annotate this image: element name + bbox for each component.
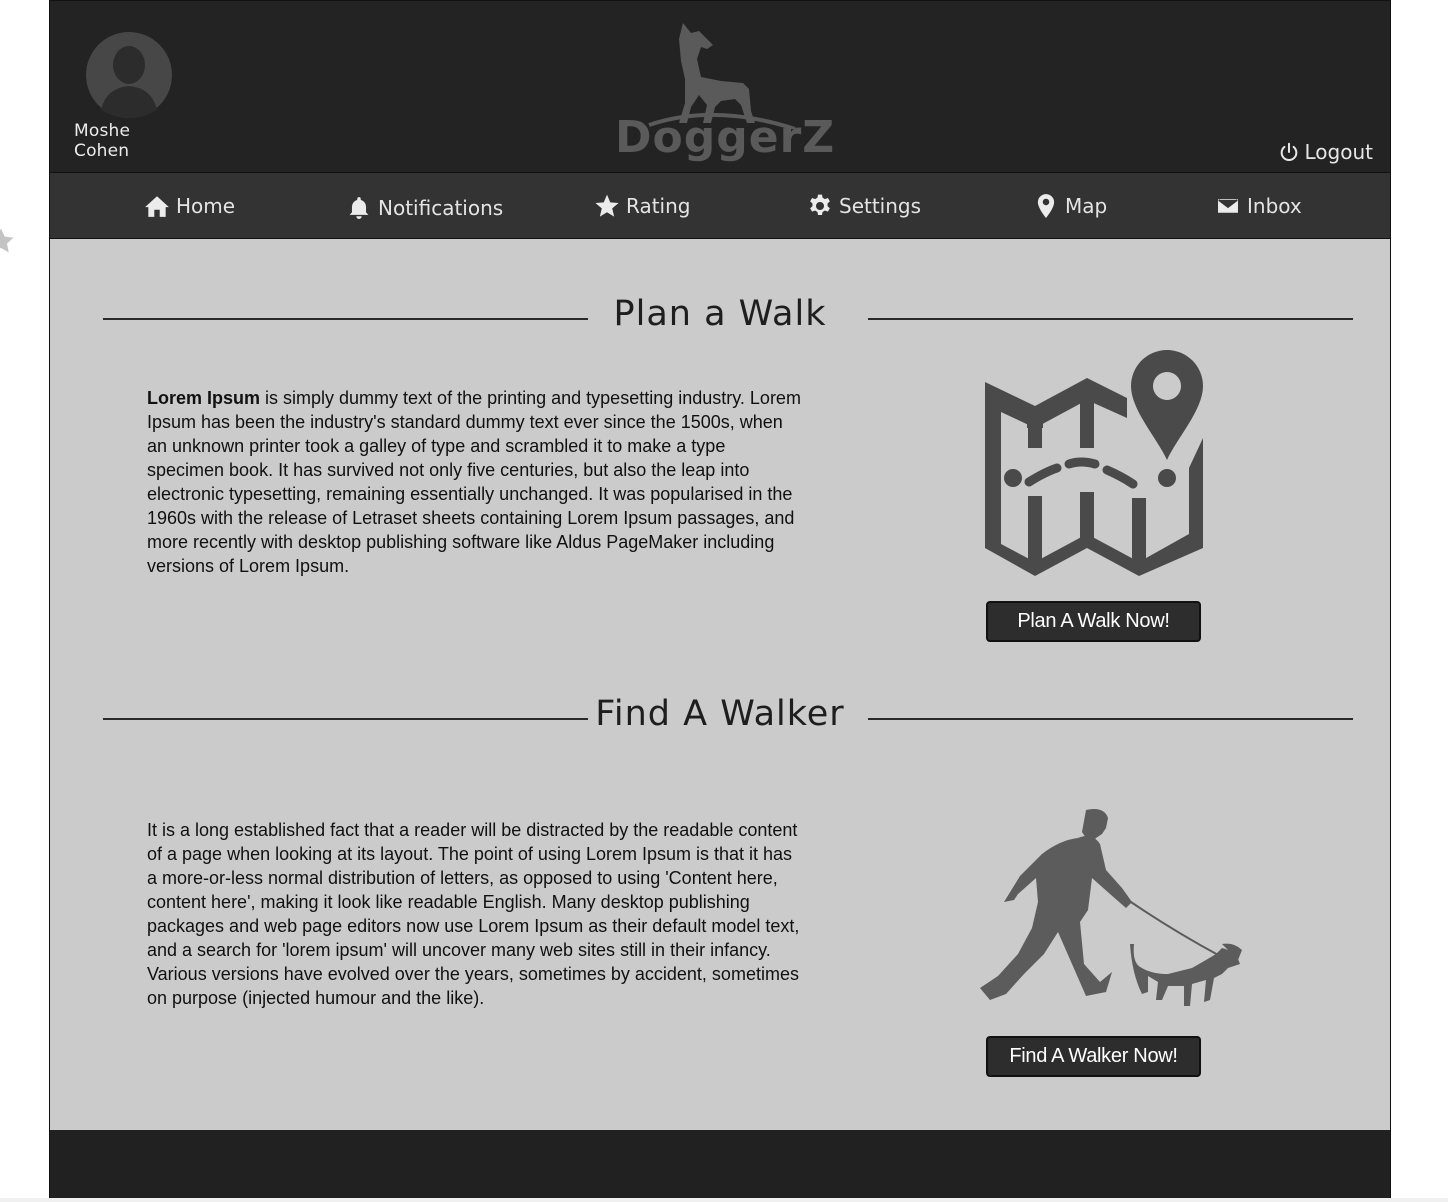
star-icon [595,194,619,217]
app-frame: Moshe Cohen DoggerZ Logout Home Notifica… [49,0,1391,1198]
lead-bold: Lorem Ipsum [147,388,261,408]
nav-item-inbox[interactable]: Inbox [1215,191,1302,221]
nav-label: Notifications [378,196,504,220]
bell-icon [349,197,369,219]
map-pin-icon [1037,194,1055,218]
nav-item-home[interactable]: Home [144,191,235,221]
nav-label: Rating [626,194,691,218]
dog-walker-icon [980,809,1242,1006]
power-icon [1280,142,1297,161]
map-route-icon [985,350,1203,576]
logout-button[interactable]: Logout [1278,140,1373,164]
logout-label: Logout [1304,140,1373,164]
plan-walk-title: Plan a Walk [613,294,827,334]
doggerz-logo[interactable]: DoggerZ [615,19,836,169]
nav-item-settings[interactable]: Settings [807,191,921,221]
plan-walk-body: is simply dummy text of the printing and… [147,388,801,576]
nav-label: Settings [839,194,922,218]
main-nav: Home Notifications Rating Settings Map I… [50,172,1390,239]
find-walker-title: Find A Walker [595,694,845,734]
home-icon [145,196,169,217]
footer [50,1130,1390,1198]
logo-text: DoggerZ [615,112,836,163]
nav-item-rating[interactable]: Rating [594,191,690,221]
nav-label: Home [176,194,236,218]
plan-walk-description: Lorem Ipsum is simply dummy text of the … [147,386,807,578]
find-walker-button[interactable]: Find A Walker Now! [986,1036,1201,1077]
user-name: Moshe Cohen [74,121,131,161]
nav-label: Map [1065,194,1108,218]
nav-item-notifications[interactable]: Notifications [346,193,503,223]
gear-icon [810,194,830,215]
avatar[interactable] [86,32,172,118]
star-icon [0,228,14,253]
page-bottom-edge [0,1198,1448,1202]
header: Moshe Cohen DoggerZ Logout [50,0,1390,172]
plan-walk-button[interactable]: Plan A Walk Now! [986,601,1201,642]
envelope-icon [1216,197,1240,215]
nav-label: Inbox [1247,194,1302,218]
find-walker-description: It is a long established fact that a rea… [147,820,800,1008]
nav-item-map[interactable]: Map [1033,191,1107,221]
